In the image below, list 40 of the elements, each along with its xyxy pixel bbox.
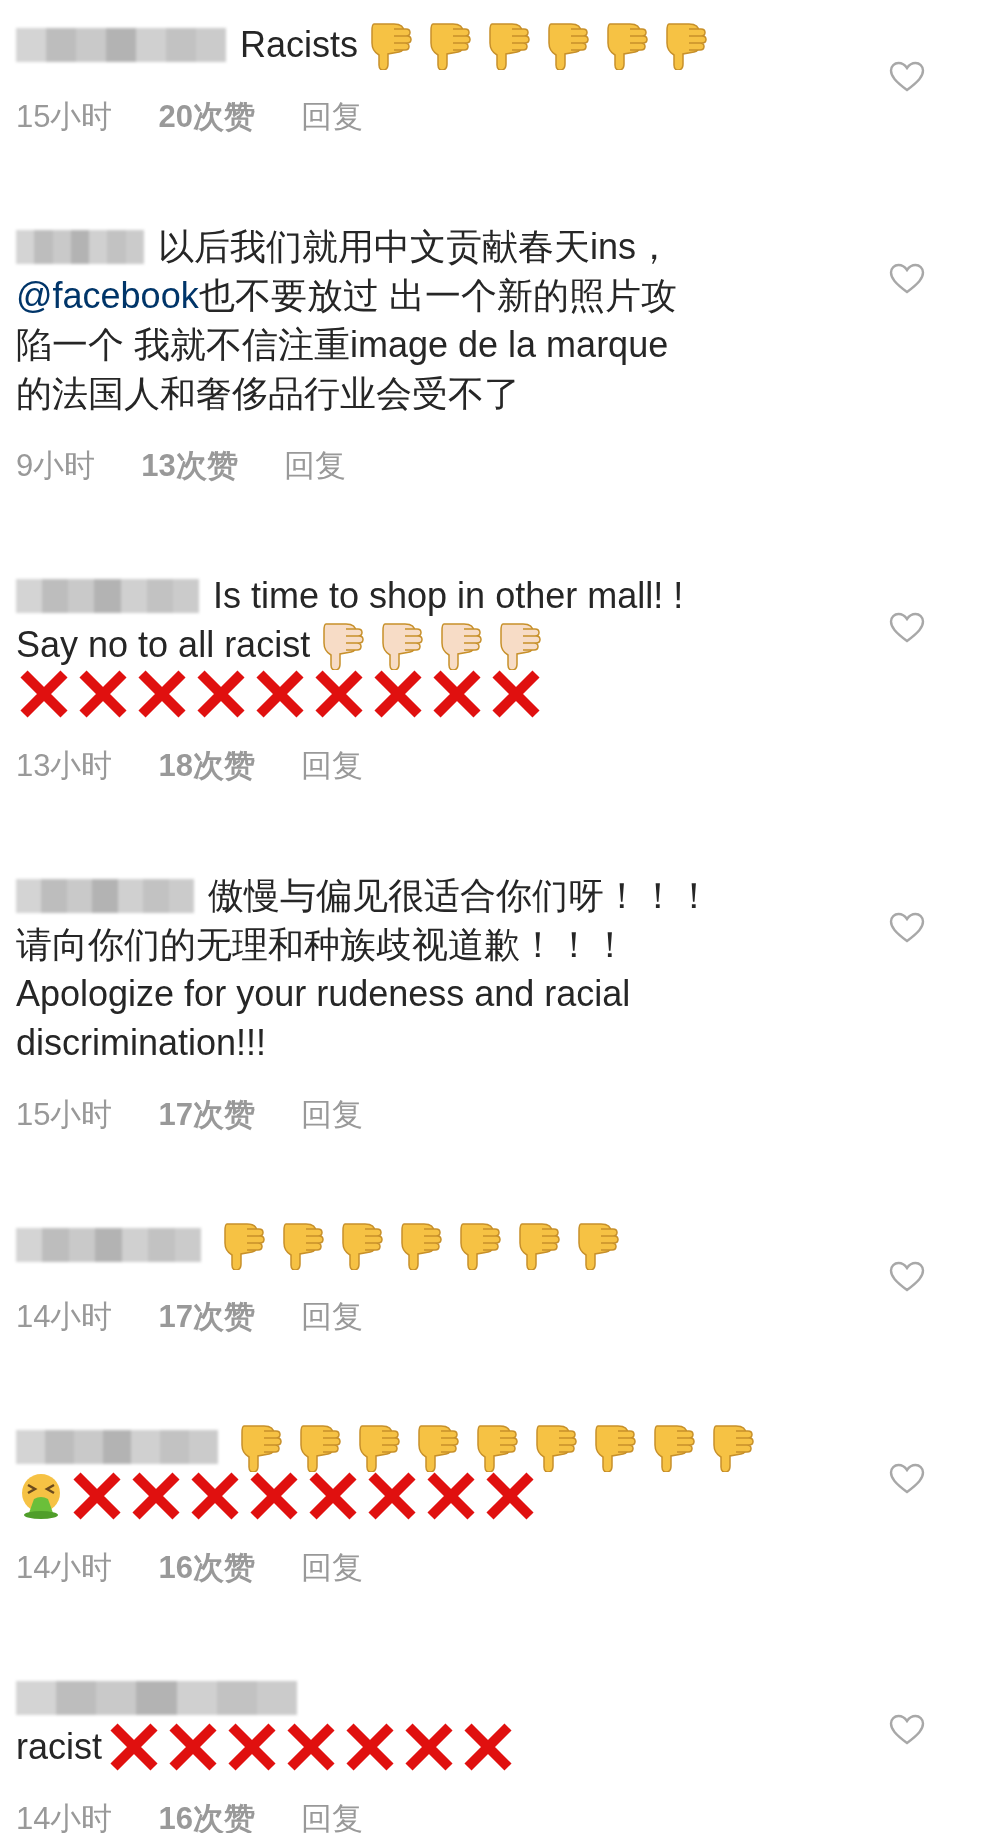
like-count[interactable]: 17次赞 (158, 1296, 255, 1338)
comment-text: 陷一个 我就不信注重image de la marque (16, 323, 669, 367)
heart-icon[interactable] (889, 1714, 925, 1746)
comment-text: Say no to all racist (16, 623, 311, 667)
mention-link[interactable]: @facebook (16, 271, 199, 320)
heart-icon[interactable] (889, 912, 925, 944)
comment-time: 13小时 (16, 747, 113, 785)
comment-text: 请向你们的无理和种族歧视道歉！！！ (16, 923, 628, 967)
heart-icon[interactable] (889, 1463, 925, 1495)
heart-icon[interactable] (889, 61, 925, 93)
heart-icon[interactable] (889, 612, 925, 644)
like-count[interactable]: 18次赞 (158, 745, 255, 787)
comment-time: 14小时 (16, 1549, 113, 1587)
heart-icon[interactable] (889, 1261, 925, 1293)
comment-text: Apologize for your rudeness and racial (16, 972, 631, 1016)
like-count[interactable]: 13次赞 (141, 445, 238, 487)
comment-text: 傲慢与偏见很适合你们呀！！！ (208, 874, 712, 918)
comment-time: 14小时 (16, 1298, 113, 1336)
comment-text: 的法国人和奢侈品行业会受不了 (16, 372, 520, 416)
comment-time: 14小时 (16, 1800, 113, 1833)
reply-link[interactable]: 回复 (300, 96, 363, 138)
reply-link[interactable]: 回复 (300, 745, 363, 787)
comment-text: Racists (240, 23, 359, 67)
comment-time: 15小时 (16, 98, 113, 136)
heart-icon[interactable] (889, 263, 925, 295)
comment-text: discrimination!!! (16, 1021, 267, 1065)
like-count[interactable]: 16次赞 (158, 1547, 255, 1589)
comment-time: 15小时 (16, 1096, 113, 1134)
comment-time: 9小时 (16, 447, 96, 485)
comment-text: Is time to shop in other mall! ! (213, 574, 684, 618)
comment-text: 也不要放过 出一个新的照片攻 (198, 274, 677, 318)
reply-link[interactable]: 回复 (300, 1296, 363, 1338)
like-count[interactable]: 17次赞 (158, 1094, 255, 1136)
comment-text: racist (16, 1725, 102, 1769)
reply-link[interactable]: 回复 (283, 445, 346, 487)
reply-link[interactable]: 回复 (300, 1798, 363, 1833)
comment-text: 以后我们就用中文贡献春天ins， (158, 225, 673, 269)
reply-link[interactable]: 回复 (300, 1094, 363, 1136)
like-count[interactable]: 20次赞 (158, 96, 255, 138)
reply-link[interactable]: 回复 (300, 1547, 363, 1589)
